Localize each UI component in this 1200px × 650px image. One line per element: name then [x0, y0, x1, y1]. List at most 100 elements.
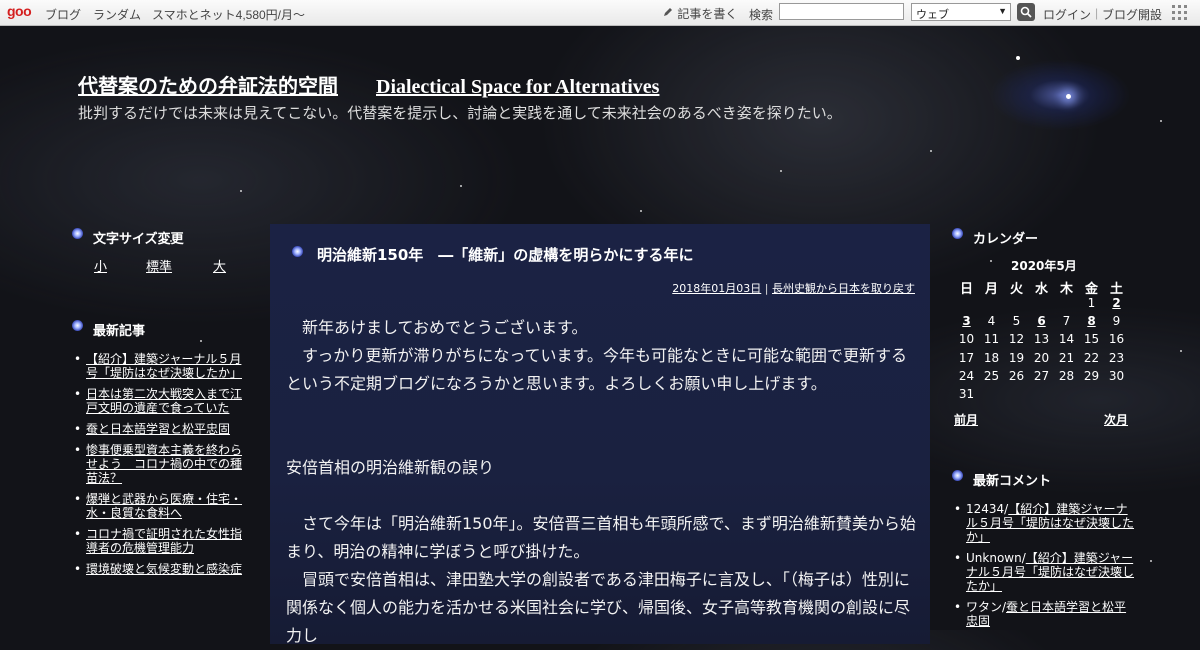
comment-author: ワタン/ — [966, 600, 1007, 614]
font-size-normal[interactable]: 標準 — [146, 256, 172, 275]
calendar-day: 1 — [1087, 296, 1096, 310]
article-paragraph: すっかり更新が滞りがちになっています。今年も可能なときに可能な範囲で更新するとい… — [286, 346, 907, 393]
calendar-day: 4 — [987, 314, 996, 329]
calendar-day: 10 — [958, 332, 975, 347]
list-item[interactable]: 惨事便乗型資本主義を終わらせよう コロナ禍の中での種苗法？ — [74, 443, 252, 485]
star-bullet-icon — [72, 320, 83, 331]
calendar-day: 9 — [1112, 314, 1121, 329]
blog-title-en: Dialectical Space for Alternatives — [376, 76, 660, 98]
font-size-heading: 文字サイズ変更 — [93, 232, 184, 247]
calendar-day: 21 — [1058, 350, 1075, 365]
calendar-day: 19 — [1008, 350, 1025, 365]
list-item[interactable]: 爆弾と武器から医療・住宅・水・良質な食料へ — [74, 492, 252, 520]
calendar-day: 24 — [958, 368, 975, 383]
search-input[interactable] — [779, 3, 904, 20]
login-link[interactable]: ログイン — [1043, 6, 1091, 23]
calendar-day: 29 — [1083, 368, 1100, 383]
calendar-day: 23 — [1108, 350, 1125, 365]
list-item[interactable]: 蚕と日本語学習と松平忠固 — [74, 422, 252, 436]
calendar-week: 31 — [954, 387, 1130, 405]
toolbar-link-blog[interactable]: ブログ — [45, 6, 81, 23]
calendar-week: 17 18 19 20 21 22 23 — [954, 351, 1130, 369]
article: 明治維新150年 ―「維新」の虚構を明らかにする年に 2018年01月03日 |… — [270, 224, 930, 645]
calendar-day: 5 — [1012, 314, 1021, 329]
blog-title[interactable]: 代替案のための弁証法的空間 Dialectical Space for Alter… — [78, 70, 659, 99]
list-item: 12434/【紹介】建築ジャーナル５月号「堤防はなぜ決壊したか」 — [954, 502, 1134, 544]
dropdown-arrow-icon: ▼ — [998, 6, 1007, 16]
comment-author: 12434/ — [966, 502, 1009, 516]
article-paragraph: 冒頭で安倍首相は、津田塾大学の創設者である津田梅子に言及し、「（梅子は）性別に関… — [286, 570, 911, 645]
recent-comments-heading: 最新コメント — [973, 474, 1052, 489]
weekday-label: 日 — [959, 282, 973, 297]
calendar-week: 12 — [954, 296, 1130, 314]
toolbar-link-mobile-plan[interactable]: スマホとネット4,580円/月～ — [152, 6, 305, 23]
calendar-day: 12 — [1008, 332, 1025, 347]
apps-grid-icon[interactable] — [1172, 5, 1187, 20]
calendar-weekdays: 日 月 火 水 木 金 土 — [954, 278, 1130, 297]
weekday-label: 月 — [984, 282, 998, 297]
calendar-day[interactable]: 8 — [1079, 314, 1104, 328]
star-bullet-icon — [952, 228, 963, 239]
write-post-label: 記事を書く — [677, 7, 738, 21]
article-paragraph: 新年あけましておめでとうございます。 — [286, 318, 588, 337]
calendar-next-month[interactable]: 次月 — [1104, 411, 1128, 428]
list-item: ワタン/蚕と日本語学習と松平忠固 — [954, 600, 1134, 628]
calendar-day: 17 — [958, 350, 975, 365]
weekday-label: 水 — [1034, 282, 1048, 297]
calendar-day: 15 — [1083, 332, 1100, 347]
calendar-day: 18 — [983, 350, 1000, 365]
search-label: 検索 — [749, 8, 774, 22]
list-item[interactable]: コロナ禍で証明された女性指導者の危機管理能力 — [74, 527, 252, 555]
comment-author: Unknown/ — [966, 551, 1026, 565]
weekday-label: 土 — [1109, 282, 1123, 297]
calendar-month: 2020年5月 — [1011, 259, 1077, 273]
calendar-day[interactable]: 2 — [1104, 296, 1129, 310]
calendar-day: 11 — [983, 332, 1000, 347]
recent-posts-heading: 最新記事 — [93, 324, 146, 339]
calendar-prev-month[interactable]: 前月 — [954, 411, 978, 428]
write-post-button[interactable]: 記事を書く — [662, 5, 737, 22]
calendar-week: 34 56789 — [954, 314, 1130, 332]
article-paragraph: さて今年は「明治維新150年」。安倍晋三首相も年頭所感で、まず明治維新賛美から始… — [286, 514, 916, 561]
star-bullet-icon — [952, 470, 963, 481]
weekday-label: 金 — [1084, 282, 1098, 297]
article-date-link[interactable]: 2018年01月03日 — [672, 282, 761, 295]
calendar-day: 13 — [1033, 332, 1050, 347]
open-blog-link[interactable]: ブログ開設 — [1102, 6, 1162, 23]
article-subheading: 安倍首相の明治維新観の誤り — [286, 458, 495, 477]
blog-title-ja: 代替案のための弁証法的空間 — [78, 76, 338, 98]
list-item[interactable]: 環境破壊と気候変動と感染症 — [74, 562, 252, 576]
star-bullet-icon — [72, 228, 83, 239]
meta-separator: | — [764, 282, 769, 295]
recent-comments-list: 12434/【紹介】建築ジャーナル５月号「堤防はなぜ決壊したか」 Unknown… — [954, 502, 1134, 635]
search-scope-select[interactable]: ウェブ ▼ — [911, 3, 1011, 21]
calendar-day: 31 — [958, 387, 975, 401]
calendar-day: 20 — [1033, 350, 1050, 365]
calendar-day: 22 — [1083, 350, 1100, 365]
calendar-day: 28 — [1058, 368, 1075, 383]
toolbar-link-random[interactable]: ランダム — [93, 6, 141, 23]
search-icon — [1020, 6, 1032, 18]
article-category-link[interactable]: 長州史観から日本を取り戻す — [772, 282, 915, 295]
calendar-day: 30 — [1108, 368, 1125, 383]
weekday-label: 火 — [1009, 282, 1023, 297]
list-item[interactable]: 【紹介】建築ジャーナル５月号「堤防はなぜ決壊したか」 — [74, 352, 252, 380]
calendar-day: 27 — [1033, 368, 1050, 383]
article-paragraph — [286, 426, 916, 454]
calendar-day: 25 — [983, 368, 1000, 383]
calendar-day[interactable]: 3 — [954, 314, 979, 328]
article-paragraph — [286, 398, 916, 426]
calendar-day: 14 — [1058, 332, 1075, 347]
blog-description: 批判するだけでは未来は見えてこない。代替案を提示し、討論と実践を通して未来社会の… — [78, 104, 842, 122]
list-item: Unknown/【紹介】建築ジャーナル５月号「堤防はなぜ決壊したか」 — [954, 551, 1134, 593]
search-button[interactable] — [1017, 3, 1035, 21]
recent-posts-list: 【紹介】建築ジャーナル５月号「堤防はなぜ決壊したか」 日本は第二次大戦突入まで江… — [74, 352, 252, 583]
goo-toolbar: goo ブログ ランダム スマホとネット4,580円/月～ 記事を書く 検索 ウ… — [0, 0, 1200, 26]
font-size-small[interactable]: 小 — [94, 256, 107, 275]
calendar-week: 24 25 26 27 28 29 30 — [954, 369, 1130, 387]
calendar-day[interactable]: 6 — [1029, 314, 1054, 328]
goo-logo[interactable]: goo — [7, 3, 32, 19]
font-size-large[interactable]: 大 — [213, 256, 226, 275]
list-item[interactable]: 日本は第二次大戦突入まで江戸文明の遺産で食っていた — [74, 387, 252, 415]
weekday-label: 木 — [1059, 282, 1073, 297]
